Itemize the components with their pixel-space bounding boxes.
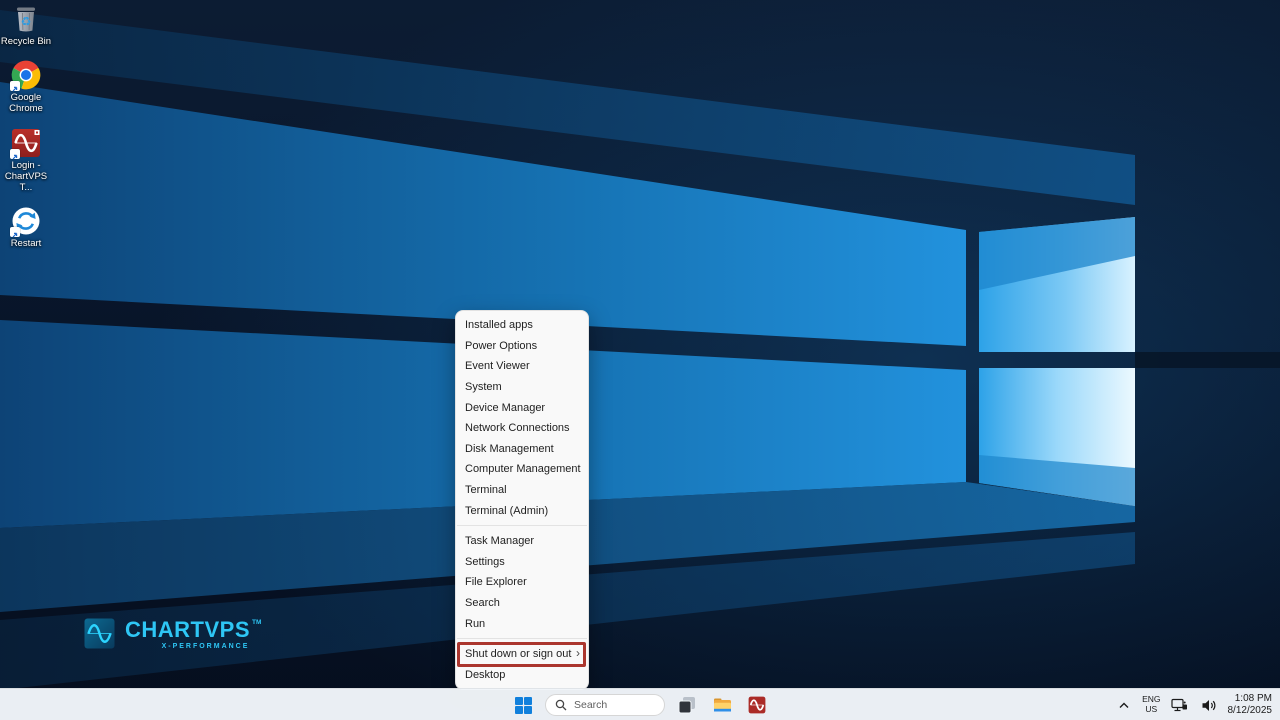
menu-item-disk-management[interactable]: Disk Management xyxy=(456,439,588,460)
menu-item-network-connections[interactable]: Network Connections xyxy=(456,418,588,439)
desktop-icon-chartvps-login[interactable]: Login - ChartVPS T... xyxy=(0,128,52,194)
shortcut-arrow-icon xyxy=(10,149,20,159)
chartvps-taskbar-button[interactable] xyxy=(744,692,770,718)
chartvps-logo-icon xyxy=(84,618,115,649)
desktop-icon-label: Restart xyxy=(0,238,54,249)
menu-item-search[interactable]: Search xyxy=(456,593,588,614)
tray-date: 8/12/2025 xyxy=(1228,705,1273,718)
watermark-tagline: X-PERFORMANCE xyxy=(162,643,250,650)
tray-time: 1:08 PM xyxy=(1228,693,1273,706)
shortcut-arrow-icon xyxy=(10,227,20,237)
menu-separator xyxy=(457,525,587,526)
menu-item-power-options[interactable]: Power Options xyxy=(456,336,588,357)
menu-item-run[interactable]: Run xyxy=(456,613,588,634)
search-icon xyxy=(555,699,567,711)
shortcut-arrow-icon xyxy=(10,81,20,91)
menu-item-file-explorer[interactable]: File Explorer xyxy=(456,572,588,593)
tray-hidden-icons-button[interactable] xyxy=(1115,692,1133,718)
winx-context-menu: Installed apps Power Options Event Viewe… xyxy=(455,310,589,690)
taskbar: ENG US 1:08 PM xyxy=(0,688,1280,720)
speaker-icon xyxy=(1201,699,1217,712)
desktop-icon-label: Google Chrome xyxy=(0,92,54,114)
desktop-icon-label: Login - ChartVPS T... xyxy=(0,160,54,194)
menu-item-task-manager[interactable]: Task Manager xyxy=(456,531,588,552)
desktop-icon-column: ♻ Recycle Bin Google Chrome xyxy=(0,4,52,249)
watermark-brand: CHARTVPS xyxy=(125,618,250,642)
desktop-icon-restart[interactable]: Restart xyxy=(0,206,52,249)
menu-item-installed-apps[interactable]: Installed apps xyxy=(456,315,588,336)
menu-item-event-viewer[interactable]: Event Viewer xyxy=(456,356,588,377)
submenu-chevron-icon: › xyxy=(576,647,580,659)
menu-item-computer-management[interactable]: Computer Management xyxy=(456,459,588,480)
desktop-icon-google-chrome[interactable]: Google Chrome xyxy=(0,60,52,114)
language-indicator[interactable]: ENG US xyxy=(1142,695,1160,715)
chevron-up-icon xyxy=(1119,702,1129,709)
menu-item-system[interactable]: System xyxy=(456,377,588,398)
menu-separator xyxy=(457,638,587,639)
volume-tray-button[interactable] xyxy=(1199,692,1219,718)
menu-item-terminal-admin[interactable]: Terminal (Admin) xyxy=(456,500,588,521)
search-input[interactable] xyxy=(574,699,654,711)
menu-item-desktop[interactable]: Desktop xyxy=(456,665,588,686)
clock[interactable]: 1:08 PM 8/12/2025 xyxy=(1228,693,1273,718)
recycle-bin-icon: ♻ xyxy=(11,4,41,34)
taskbar-search-box[interactable] xyxy=(545,694,665,716)
chartvps-app-icon xyxy=(748,696,766,714)
desktop: ♻ Recycle Bin Google Chrome xyxy=(0,0,1280,720)
task-view-button[interactable] xyxy=(674,692,700,718)
watermark-tm: TM xyxy=(252,619,261,626)
desktop-icon-label: Recycle Bin xyxy=(0,36,54,47)
menu-item-device-manager[interactable]: Device Manager xyxy=(456,397,588,418)
network-tray-button[interactable] xyxy=(1170,692,1190,718)
task-view-icon xyxy=(678,696,696,714)
chartvps-watermark: CHARTVPS TM X-PERFORMANCE xyxy=(84,618,261,650)
windows-hero-wallpaper xyxy=(0,0,1280,720)
start-button[interactable] xyxy=(510,692,536,718)
menu-item-shutdown-or-sign-out[interactable]: Shut down or sign out › xyxy=(456,644,588,665)
menu-item-terminal[interactable]: Terminal xyxy=(456,480,588,501)
file-explorer-icon xyxy=(713,696,732,714)
svg-text:♻: ♻ xyxy=(21,15,32,29)
windows-logo-icon xyxy=(515,697,532,714)
file-explorer-button[interactable] xyxy=(709,692,735,718)
menu-item-settings[interactable]: Settings xyxy=(456,552,588,573)
desktop-icon-recycle-bin[interactable]: ♻ Recycle Bin xyxy=(0,4,52,47)
ethernet-network-icon xyxy=(1171,698,1188,713)
